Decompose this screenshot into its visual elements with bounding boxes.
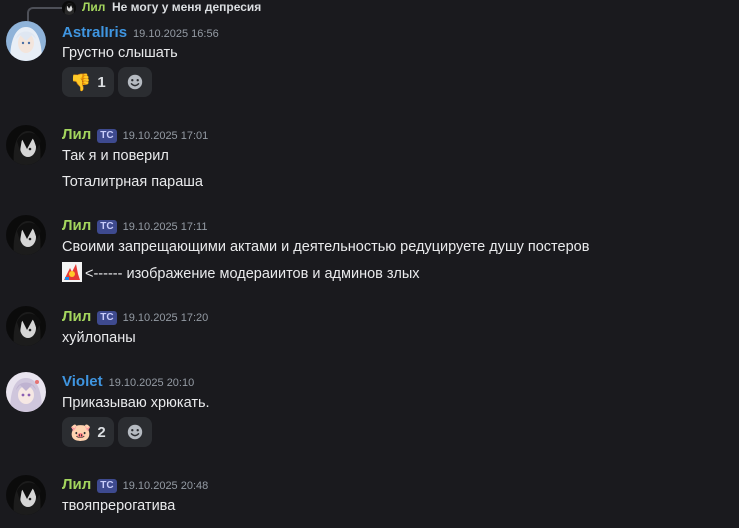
reply-preview-text[interactable]: Не могу у меня депресия	[112, 0, 261, 15]
message-text: <------ изображение модераиитов и админо…	[85, 265, 420, 282]
author-name[interactable]: Лил	[62, 308, 91, 325]
avatar-lil[interactable]	[6, 475, 46, 515]
message-text: Своими запрещающими актами и деятельност…	[62, 239, 590, 255]
reaction-count: 1	[97, 73, 106, 91]
dark-avatar-icon	[6, 215, 46, 255]
anime-girl-avatar-icon	[6, 372, 46, 412]
timestamp[interactable]: 19.10.2025 17:11	[123, 221, 208, 233]
timestamp[interactable]: 19.10.2025 16:56	[133, 28, 219, 40]
message-text: Так я и поверил	[62, 148, 169, 164]
avatar-lil[interactable]	[6, 215, 46, 255]
thumbs-down-icon: 👎	[70, 72, 92, 92]
op-badge: ТС	[97, 311, 117, 325]
author-name[interactable]: Лил	[62, 217, 91, 234]
message-text: Приказываю хрюкать.	[62, 395, 210, 411]
author-name[interactable]: Лил	[62, 126, 91, 143]
message-text: Грустно слышать	[62, 45, 178, 61]
timestamp[interactable]: 19.10.2025 20:10	[109, 377, 195, 389]
pig-face-icon: 🐷	[70, 422, 92, 442]
op-badge: ТС	[97, 129, 117, 143]
timestamp[interactable]: 19.10.2025 17:01	[123, 130, 209, 142]
avatar-astraliris[interactable]	[6, 21, 46, 61]
smile-plus-icon	[127, 424, 143, 440]
avatar-lil[interactable]	[6, 125, 46, 165]
reactions-bar: 🐷 2	[62, 417, 152, 447]
add-reaction-button[interactable]	[118, 67, 152, 97]
dark-avatar-icon	[62, 1, 76, 15]
reaction-thumbs-down[interactable]: 👎 1	[62, 67, 114, 97]
timestamp[interactable]: 19.10.2025 17:20	[123, 312, 209, 324]
clown-emoji-icon[interactable]	[62, 262, 82, 282]
author-name[interactable]: AstralIris	[62, 24, 127, 41]
avatar-violet[interactable]	[6, 372, 46, 412]
avatar-lil[interactable]	[6, 306, 46, 346]
reply-connector	[27, 7, 63, 23]
message-text: Тоталитрная параша	[62, 174, 203, 190]
add-reaction-button[interactable]	[118, 417, 152, 447]
author-name[interactable]: Лил	[62, 476, 91, 493]
op-badge: ТС	[97, 479, 117, 493]
dark-avatar-icon	[6, 125, 46, 165]
dark-avatar-icon	[6, 306, 46, 346]
reply-avatar[interactable]	[62, 1, 76, 15]
reply-author[interactable]: Лил	[82, 0, 105, 15]
author-name[interactable]: Violet	[62, 373, 103, 390]
message-text: твояпрерогатива	[62, 498, 176, 514]
reactions-bar: 👎 1	[62, 67, 152, 97]
smile-plus-icon	[127, 74, 143, 90]
anime-girl-avatar-icon	[6, 21, 46, 61]
timestamp[interactable]: 19.10.2025 20:48	[123, 480, 209, 492]
reaction-count: 2	[97, 423, 106, 441]
dark-avatar-icon	[6, 475, 46, 515]
message-text: хуйлопаны	[62, 330, 136, 346]
message-text-with-emoji: <------ изображение модераиитов и админо…	[62, 262, 420, 284]
reaction-pig-face[interactable]: 🐷 2	[62, 417, 114, 447]
op-badge: ТС	[97, 220, 117, 234]
